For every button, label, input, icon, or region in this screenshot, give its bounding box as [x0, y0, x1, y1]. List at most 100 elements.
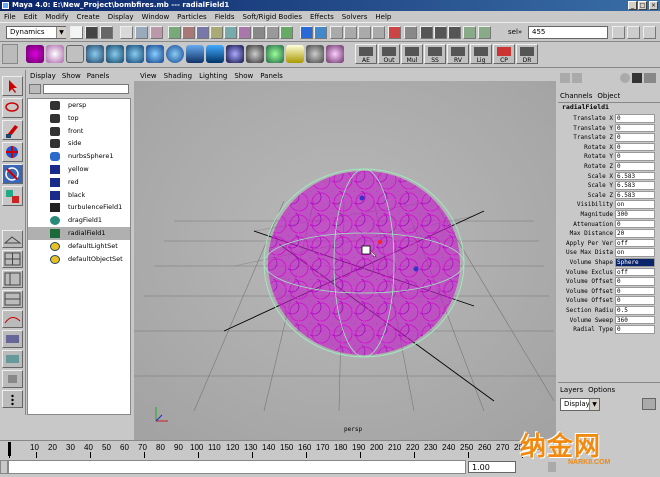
outliner-menu-display[interactable]: Display: [30, 72, 56, 80]
channel-value[interactable]: on: [615, 248, 655, 257]
outliner-item-red[interactable]: red: [28, 176, 130, 189]
channel-row-volume-offset-y[interactable]: Volume Offset 0: [558, 286, 660, 297]
show-layers-icon[interactable]: [643, 26, 656, 39]
mask-deformations-icon[interactable]: [224, 26, 237, 39]
viewport-menu-panels[interactable]: Panels: [260, 72, 283, 80]
soft-body-icon[interactable]: [306, 45, 324, 63]
channel-value[interactable]: 0: [615, 133, 655, 142]
channel-row-magnitude[interactable]: Magnitude 300: [558, 210, 660, 220]
outliner-item-yellow[interactable]: yellow: [28, 163, 130, 176]
goal-icon[interactable]: [266, 45, 284, 63]
select-tool-icon[interactable]: [2, 76, 23, 96]
channel-row-volume-shape[interactable]: Volume Shape Sphere: [558, 258, 660, 268]
outliner-filter-icon[interactable]: [29, 84, 41, 94]
channel-value[interactable]: 300: [615, 210, 655, 219]
snap-curve-icon[interactable]: [344, 26, 357, 39]
channel-value[interactable]: 0: [615, 296, 655, 305]
multilister-button[interactable]: Mul: [401, 44, 423, 64]
output-ops-icon[interactable]: [478, 26, 491, 39]
mask-misc-icon[interactable]: [266, 26, 279, 39]
menu-window[interactable]: Window: [142, 13, 170, 21]
open-scene-icon[interactable]: [85, 26, 98, 39]
mask-surfaces-icon[interactable]: [210, 26, 223, 39]
channel-row-volume-offset-x[interactable]: Volume Offset 0: [558, 277, 660, 287]
channel-value[interactable]: 0.5: [615, 306, 655, 315]
current-time-marker[interactable]: [8, 442, 11, 456]
menu-help[interactable]: Help: [375, 13, 391, 21]
shading-set-button[interactable]: SS: [424, 44, 446, 64]
lasso-tool-icon[interactable]: [2, 98, 23, 118]
select-object-icon[interactable]: [135, 26, 148, 39]
render-frame-icon[interactable]: [420, 26, 433, 39]
channel-row-radial-type[interactable]: Radial Type 0: [558, 325, 660, 335]
blend-layout-icon[interactable]: [2, 350, 23, 368]
channel-row-use-max-distance[interactable]: Use Max Dista on: [558, 248, 660, 258]
viewport-menu-view[interactable]: View: [140, 72, 157, 80]
outliner-button[interactable]: Out: [378, 44, 400, 64]
single-view-layout-icon[interactable]: [2, 230, 23, 248]
layers-menu-options[interactable]: Options: [588, 386, 615, 394]
attribute-editor-button[interactable]: AE: [355, 44, 377, 64]
mask-curves-icon[interactable]: [196, 26, 209, 39]
outliner-item-defaultobjectset[interactable]: defaultObjectSet: [28, 253, 130, 266]
channel-value[interactable]: 20: [615, 229, 655, 238]
menu-fields[interactable]: Fields: [215, 13, 235, 21]
snap-view-plane-icon[interactable]: [372, 26, 385, 39]
rigid-body-icon[interactable]: [286, 45, 304, 63]
new-layer-icon[interactable]: [642, 398, 656, 410]
outliner-item-defaultlightset[interactable]: defaultLightSet: [28, 240, 130, 253]
channel-value[interactable]: 0: [615, 123, 655, 133]
new-scene-icon[interactable]: [70, 26, 83, 39]
menu-modify[interactable]: Modify: [45, 13, 68, 21]
channel-row-volume-exclusion[interactable]: Volume Exclus off: [558, 267, 660, 278]
scale-tool-icon[interactable]: [2, 186, 23, 206]
graph-layout-icon[interactable]: [2, 290, 23, 308]
channel-value[interactable]: 0: [615, 277, 655, 286]
outliner-item-nurbssphere1[interactable]: nurbsSphere1: [28, 150, 130, 163]
persp-outliner-layout-icon[interactable]: [2, 270, 23, 288]
channels-menu-channels[interactable]: Channels: [560, 92, 592, 100]
range-slider-track[interactable]: [8, 460, 466, 474]
mask-handles-icon[interactable]: [168, 26, 181, 39]
channel-row-attenuation[interactable]: Attenuation 0: [558, 219, 660, 230]
light-button[interactable]: Lig: [470, 44, 492, 64]
panel-options-icon[interactable]: [644, 73, 656, 83]
mask-dynamics-icon[interactable]: [238, 26, 251, 39]
minimize-button[interactable]: _: [628, 1, 637, 10]
channel-value[interactable]: off: [615, 238, 655, 248]
rotate-tool-icon[interactable]: [2, 164, 23, 184]
show-channelbox-icon[interactable]: [627, 26, 640, 39]
volume-axis-icon[interactable]: [246, 45, 264, 63]
layers-menu-layers[interactable]: Layers: [560, 386, 583, 394]
channel-row-volume-offset-z[interactable]: Volume Offset 0: [558, 296, 660, 306]
channel-row-volume-sweep[interactable]: Volume Sweep 360: [558, 315, 660, 326]
shelf-tab-menu[interactable]: [2, 44, 18, 64]
maximize-button[interactable]: □: [638, 1, 647, 10]
channel-value[interactable]: 0: [615, 152, 655, 161]
attribute-toggle-icon[interactable]: [620, 73, 630, 83]
outliner-item-front[interactable]: front: [28, 125, 130, 138]
curve-flow-icon[interactable]: [66, 45, 84, 63]
four-view-layout-icon[interactable]: [2, 250, 23, 268]
outliner-item-persp[interactable]: persp: [28, 99, 130, 112]
mask-all-icon[interactable]: [280, 26, 293, 39]
menu-file[interactable]: File: [4, 13, 16, 21]
dopesheet-button[interactable]: DR: [516, 44, 538, 64]
outliner-menu-panels[interactable]: Panels: [87, 72, 110, 80]
mask-rendering-icon[interactable]: [252, 26, 265, 39]
close-button[interactable]: ×: [649, 1, 658, 10]
time-slider[interactable]: 10 20 30 40 50 60 70 80 90 100 110 120 1…: [0, 440, 660, 477]
range-end-icon[interactable]: [548, 462, 556, 472]
layer-editor-toggle-icon[interactable]: [572, 73, 582, 83]
tool-settings-icon[interactable]: [632, 73, 642, 83]
uniform-field-icon[interactable]: [206, 45, 224, 63]
outliner-item-side[interactable]: side: [28, 137, 130, 150]
history-icon[interactable]: [404, 26, 417, 39]
turbulence-field-icon[interactable]: [186, 45, 204, 63]
channel-value[interactable]: 0: [615, 286, 655, 296]
channel-value[interactable]: on: [615, 200, 655, 209]
channel-row-section-radius[interactable]: Section Radiu 0.5: [558, 306, 660, 316]
channel-value[interactable]: 6.583: [615, 171, 655, 181]
viewport-menu-show[interactable]: Show: [234, 72, 253, 80]
emitter-icon[interactable]: [26, 45, 44, 63]
